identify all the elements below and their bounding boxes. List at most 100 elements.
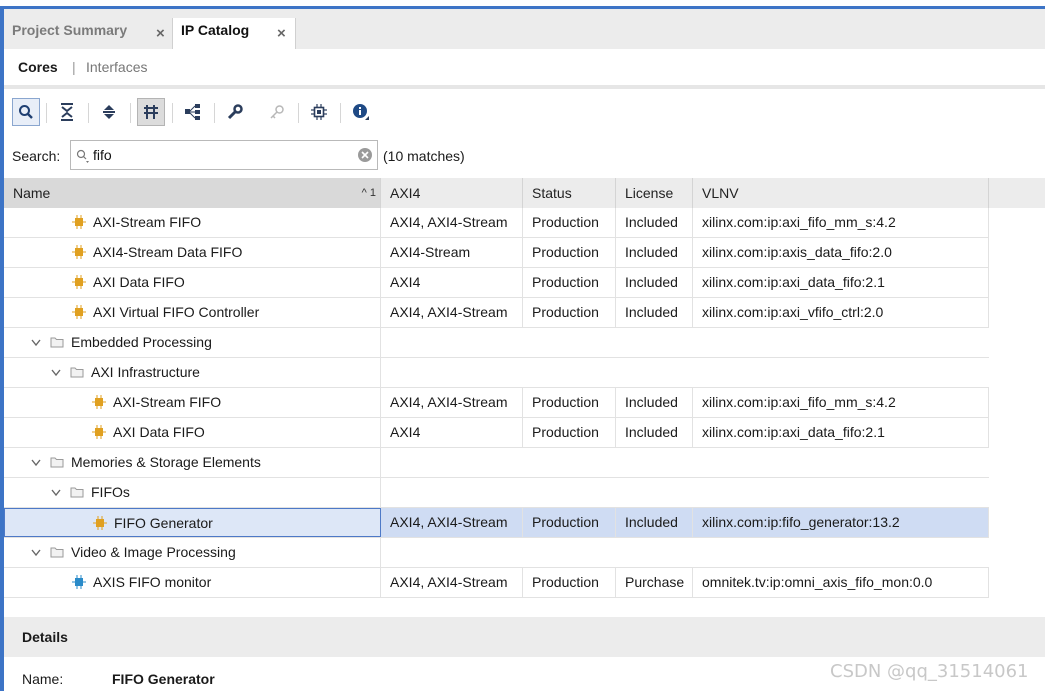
name-cell[interactable]: AXI4-Stream Data FIFO — [4, 238, 381, 267]
table-row[interactable]: AXIS FIFO monitor AXI4, AXI4-Stream Produc… — [4, 568, 989, 598]
expand-toggle-icon[interactable] — [28, 540, 44, 567]
folder-icon — [50, 330, 64, 348]
table-row[interactable]: AXI Virtual FIFO Controller AXI4, AXI4-St… — [4, 298, 989, 328]
toolbar — [4, 93, 1045, 133]
toolbar-separator — [88, 103, 89, 123]
tab-bar: Project Summary × IP Catalog × — [4, 9, 1045, 49]
search-box[interactable] — [70, 140, 378, 170]
interfaces-tab[interactable]: Interfaces — [86, 59, 147, 75]
column-header-name[interactable]: Name ^ 1 — [4, 178, 381, 208]
watermark: CSDN @qq_31514061 — [830, 661, 1029, 682]
details-panel-header: Details — [4, 617, 1045, 657]
tree-folder-row[interactable]: Video & Image Processing — [4, 538, 989, 568]
axi4-cell: AXI4, AXI4-Stream — [381, 508, 523, 537]
view-switcher: Cores | Interfaces — [4, 49, 1045, 89]
vlnv-cell: xilinx.com:ip:axi_data_fifo:2.1 — [693, 268, 989, 297]
column-header-status[interactable]: Status — [523, 178, 616, 208]
search-label: Search: — [12, 148, 61, 164]
name-cell[interactable]: Memories & Storage Elements — [4, 448, 381, 477]
name-cell[interactable]: AXI Data FIFO — [4, 268, 381, 297]
name-cell[interactable]: FIFOs — [4, 478, 381, 507]
status-cell: Production — [523, 568, 616, 597]
license-cell: Included — [616, 508, 693, 537]
name-cell[interactable]: AXI-Stream FIFO — [4, 388, 381, 417]
customize-ip-icon[interactable] — [221, 98, 249, 126]
ip-core-icon — [93, 511, 107, 530]
vlnv-cell: xilinx.com:ip:fifo_generator:13.2 — [693, 508, 989, 537]
expand-all-icon[interactable] — [95, 98, 123, 126]
name-cell[interactable]: AXI Data FIFO — [4, 418, 381, 447]
ip-core-icon — [72, 210, 86, 229]
ip-core-icon — [72, 240, 86, 259]
clear-search-icon[interactable] — [357, 147, 373, 163]
expand-toggle-icon[interactable] — [48, 480, 64, 507]
column-header-vlnv[interactable]: VLNV — [693, 178, 989, 208]
axi4-cell: AXI4-Stream — [381, 238, 523, 267]
filter-icon[interactable] — [137, 98, 165, 126]
tab-ip-catalog[interactable]: IP Catalog × — [172, 18, 296, 49]
axi4-cell: AXI4, AXI4-Stream — [381, 388, 523, 417]
status-cell: Production — [523, 238, 616, 267]
license-key-icon — [263, 98, 291, 126]
table-row[interactable]: AXI4-Stream Data FIFO AXI4-Stream Producti… — [4, 238, 989, 268]
row-name: AXI Infrastructure — [91, 364, 200, 380]
ip-core-icon — [72, 300, 86, 319]
name-cell[interactable]: AXI-Stream FIFO — [4, 208, 381, 237]
hierarchy-icon[interactable] — [179, 98, 207, 126]
expand-toggle-icon[interactable] — [28, 450, 44, 477]
search-icon[interactable] — [12, 98, 40, 126]
toolbar-separator — [46, 103, 47, 123]
column-header-license[interactable]: License — [616, 178, 693, 208]
info-icon[interactable] — [347, 98, 375, 126]
window-top-border — [0, 0, 1045, 9]
license-cell: Included — [616, 268, 693, 297]
ip-chip-icon[interactable] — [305, 98, 333, 126]
folder-icon — [50, 540, 64, 558]
tree-folder-row[interactable]: Embedded Processing — [4, 328, 989, 358]
expand-toggle-icon[interactable] — [48, 360, 64, 387]
close-icon[interactable]: × — [156, 22, 165, 46]
vlnv-cell: omnitek.tv:ip:omni_axis_fifo_mon:0.0 — [693, 568, 989, 597]
ip-core-icon — [72, 270, 86, 289]
tab-project-summary[interactable]: Project Summary × — [4, 18, 172, 49]
vlnv-cell: xilinx.com:ip:axi_vfifo_ctrl:2.0 — [693, 298, 989, 327]
details-name-label: Name: — [22, 671, 64, 687]
name-cell[interactable]: AXI Infrastructure — [4, 358, 381, 387]
toolbar-separator — [130, 103, 131, 123]
match-count: (10 matches) — [383, 148, 465, 164]
status-cell: Production — [523, 208, 616, 237]
axi4-cell: AXI4, AXI4-Stream — [381, 568, 523, 597]
row-name: Memories & Storage Elements — [71, 454, 261, 470]
table-row[interactable]: AXI-Stream FIFO AXI4, AXI4-Stream Producti… — [4, 388, 989, 418]
collapse-all-icon[interactable] — [53, 98, 81, 126]
expand-toggle-icon[interactable] — [28, 330, 44, 357]
vlnv-cell: xilinx.com:ip:axis_data_fifo:2.0 — [693, 238, 989, 267]
details-title: Details — [22, 629, 68, 645]
folder-icon — [70, 480, 84, 498]
name-cell[interactable]: AXIS FIFO monitor — [4, 568, 381, 597]
table-row[interactable]: AXI Data FIFO AXI4 Production Included xilin… — [4, 418, 989, 448]
tree-folder-row[interactable]: AXI Infrastructure — [4, 358, 989, 388]
toolbar-separator — [214, 103, 215, 123]
status-cell: Production — [523, 388, 616, 417]
vlnv-cell: xilinx.com:ip:axi_fifo_mm_s:4.2 — [693, 208, 989, 237]
tree-folder-row[interactable]: Memories & Storage Elements — [4, 448, 989, 478]
row-name: Embedded Processing — [71, 334, 212, 350]
name-cell[interactable]: Video & Image Processing — [4, 538, 381, 567]
table-row[interactable]: AXI Data FIFO AXI4 Production Included xilin… — [4, 268, 989, 298]
table-header: Name ^ 1 AXI4 Status License VLNV — [4, 178, 1045, 208]
status-cell: Production — [523, 298, 616, 327]
column-header-axi4[interactable]: AXI4 — [381, 178, 523, 208]
table-row[interactable]: FIFO Generator AXI4, AXI4-Stream Productio… — [4, 508, 989, 538]
close-icon[interactable]: × — [277, 22, 286, 46]
cores-tab[interactable]: Cores — [18, 59, 58, 75]
search-input[interactable] — [93, 145, 353, 165]
folder-icon — [50, 450, 64, 468]
toolbar-separator — [298, 103, 299, 123]
name-cell[interactable]: FIFO Generator — [4, 508, 381, 537]
row-name: Video & Image Processing — [71, 544, 236, 560]
name-cell[interactable]: Embedded Processing — [4, 328, 381, 357]
tree-folder-row[interactable]: FIFOs — [4, 478, 989, 508]
table-row[interactable]: AXI-Stream FIFO AXI4, AXI4-Stream Producti… — [4, 208, 989, 238]
name-cell[interactable]: AXI Virtual FIFO Controller — [4, 298, 381, 327]
